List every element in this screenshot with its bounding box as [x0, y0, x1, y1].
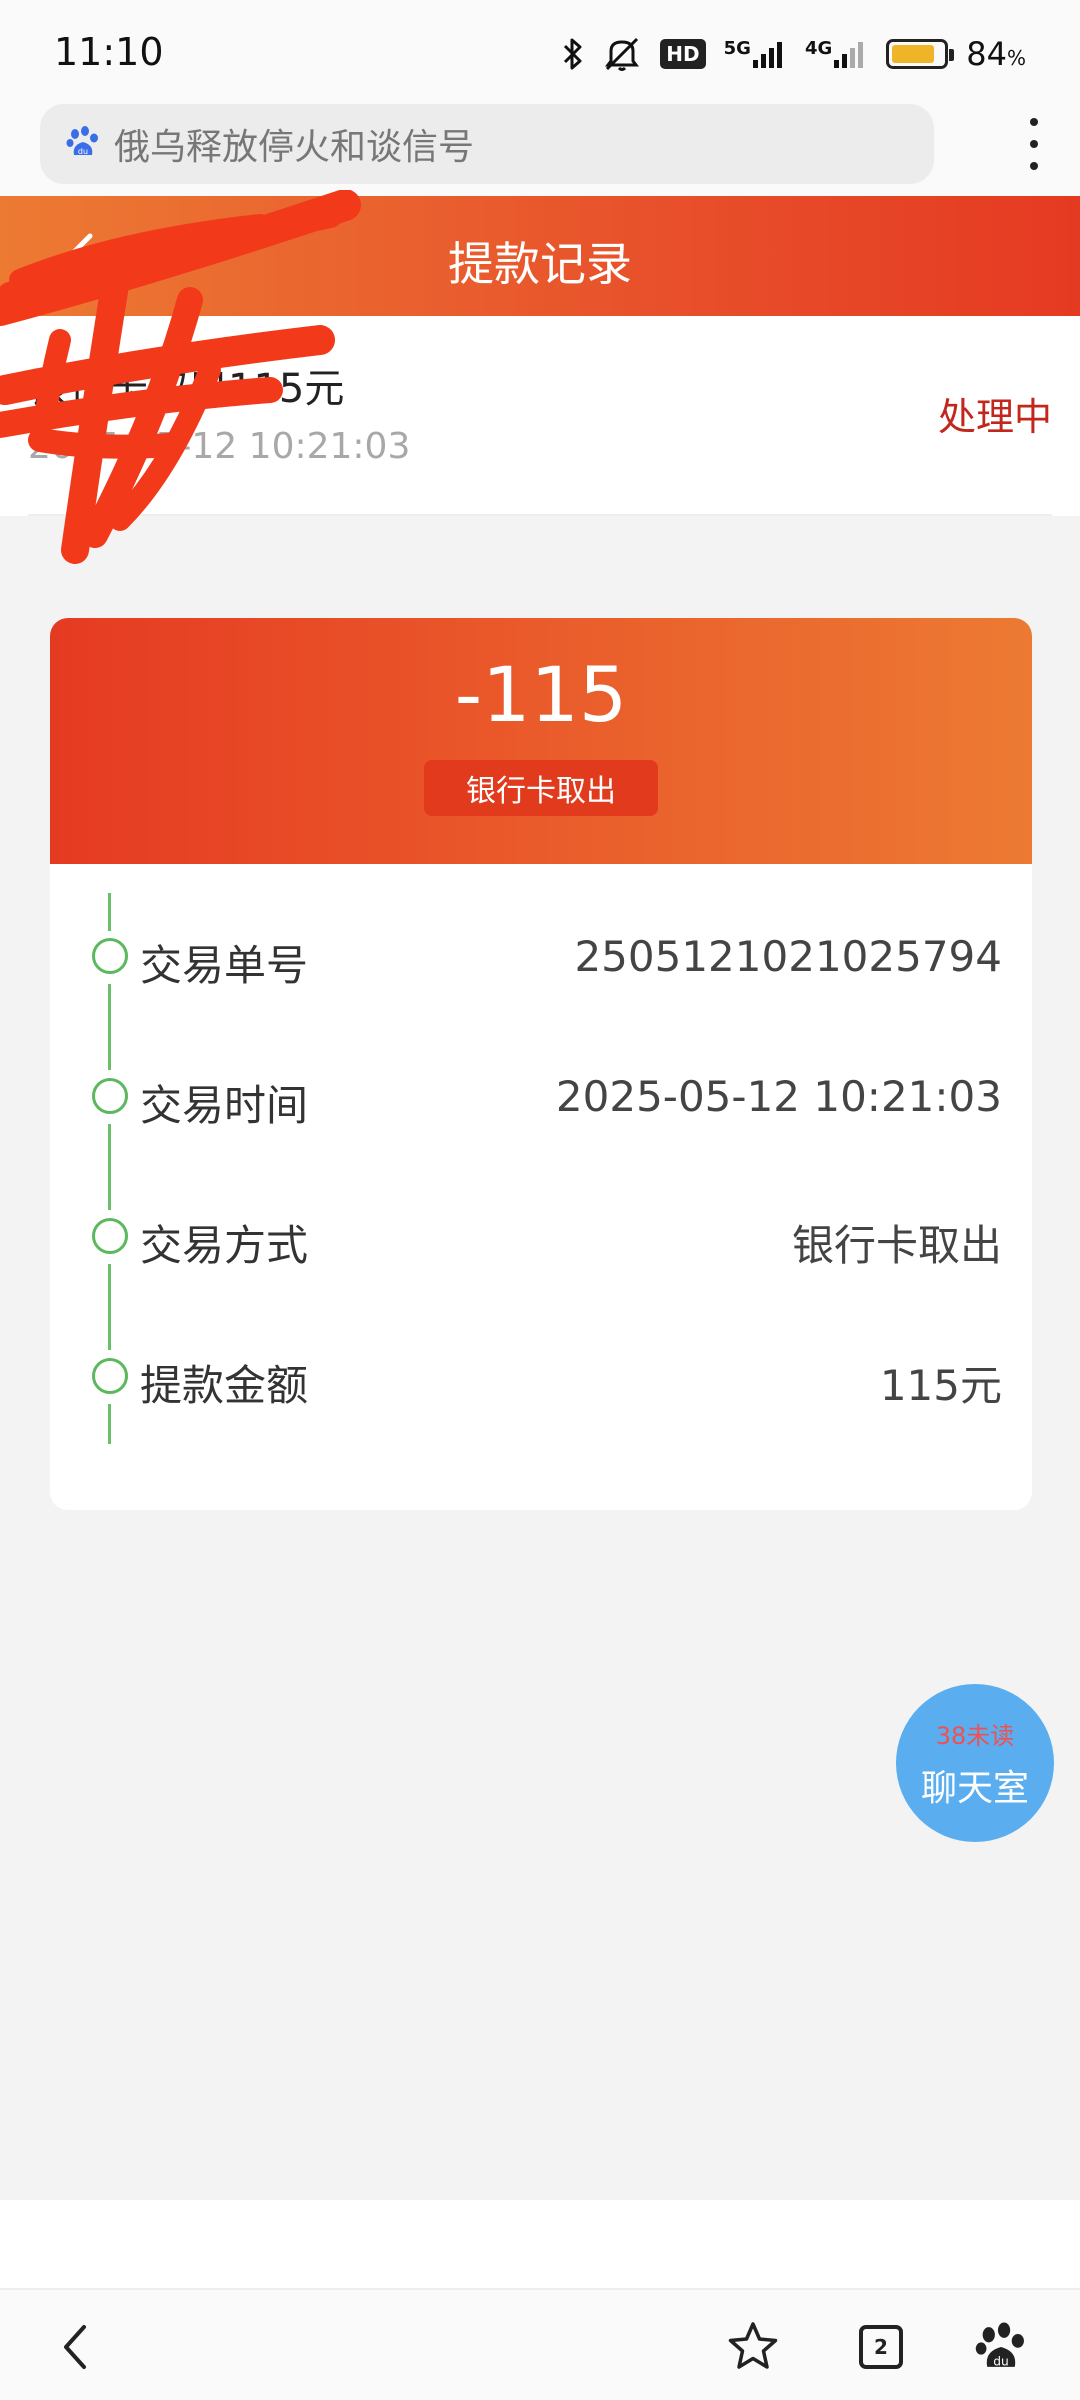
divider: [28, 514, 1052, 516]
detail-value: 2025-05-12 10:21:03: [555, 1072, 1002, 1121]
timeline-segment: [108, 1264, 111, 1350]
baidu-paw-icon[interactable]: du: [966, 2312, 1036, 2382]
detail-row-method: 交易方式 银行卡取出: [50, 1206, 1032, 1270]
amount-value: -115: [454, 650, 628, 739]
transaction-detail-card: -115 银行卡取出 交易单号 2505121021025794 交易时间 20…: [50, 618, 1032, 1510]
net-4g-label: 4G: [804, 38, 833, 59]
timeline-dot-icon: [92, 1218, 128, 1254]
status-icons: HD 5G 4G 84%: [562, 30, 1026, 78]
battery-percent: 84%: [966, 35, 1026, 73]
net-5g-label: 5G: [723, 38, 751, 59]
battery-icon: [886, 39, 955, 69]
baidu-paw-icon: du: [66, 125, 100, 163]
record-time: 2025-05-12 10:21:03: [28, 426, 411, 467]
page-title: 提款记录: [448, 237, 632, 291]
bluetooth-icon: [562, 36, 584, 72]
detail-value: 115元: [879, 1361, 1002, 1410]
timeline-segment: [108, 1404, 111, 1444]
more-vertical-icon[interactable]: [1014, 114, 1054, 174]
detail-value: 2505121021025794: [574, 932, 1002, 981]
hd-icon: HD: [660, 39, 706, 69]
svg-text:du: du: [993, 2354, 1009, 2368]
method-tag: 银行卡取出: [424, 760, 658, 816]
mute-icon: [602, 35, 642, 73]
detail-row-amount: 提款金额 115元: [50, 1346, 1032, 1410]
timeline-dot-icon: [92, 1078, 128, 1114]
detail-label: 交易时间: [140, 1081, 309, 1130]
timeline-segment: [108, 1124, 111, 1210]
tabs-count: 2: [859, 2325, 903, 2369]
status-badge: 处理中: [937, 395, 1052, 439]
status-time: 11:10: [54, 30, 164, 74]
detail-label: 提款金额: [140, 1361, 309, 1410]
detail-label: 交易方式: [140, 1221, 309, 1270]
page-header: 提款记录: [0, 196, 1080, 316]
detail-label: 交易单号: [140, 941, 309, 990]
svg-text:du: du: [78, 147, 88, 156]
bottom-nav: 2 du: [0, 2288, 1080, 2400]
search-input[interactable]: du 俄乌释放停火和谈信号: [40, 104, 934, 184]
detail-row-time: 交易时间 2025-05-12 10:21:03: [50, 1066, 1032, 1130]
bottom-blank-area: [0, 2200, 1080, 2290]
star-icon[interactable]: [718, 2312, 788, 2382]
timeline-segment: [108, 984, 111, 1070]
signal-5g-icon: 5G: [723, 38, 787, 68]
chat-room-label: 聊天室: [920, 1767, 1029, 1809]
record-title: 银行卡取出115元: [28, 366, 345, 412]
timeline-dot-icon: [92, 1358, 128, 1394]
search-text: 俄乌释放停火和谈信号: [114, 127, 475, 168]
signal-4g-icon: 4G: [804, 38, 868, 68]
chat-room-button[interactable]: 38未读 聊天室: [896, 1684, 1054, 1842]
detail-row-order-number: 交易单号 2505121021025794: [50, 926, 1032, 990]
timeline-dot-icon: [92, 938, 128, 974]
battery-fill: [892, 45, 935, 63]
browser-bar: du 俄乌释放停火和谈信号: [0, 100, 1080, 196]
detail-card-header: -115 银行卡取出: [50, 618, 1032, 864]
tabs-icon[interactable]: 2: [846, 2312, 916, 2382]
detail-value: 银行卡取出: [791, 1221, 1002, 1270]
withdrawal-record-row[interactable]: 银行卡取出115元 2025-05-12 10:21:03 处理中: [0, 316, 1080, 516]
status-bar: 11:10 HD 5G 4G 84%: [0, 0, 1080, 100]
unread-count: 38未读: [935, 1721, 1015, 1750]
back-icon[interactable]: [40, 2312, 110, 2382]
